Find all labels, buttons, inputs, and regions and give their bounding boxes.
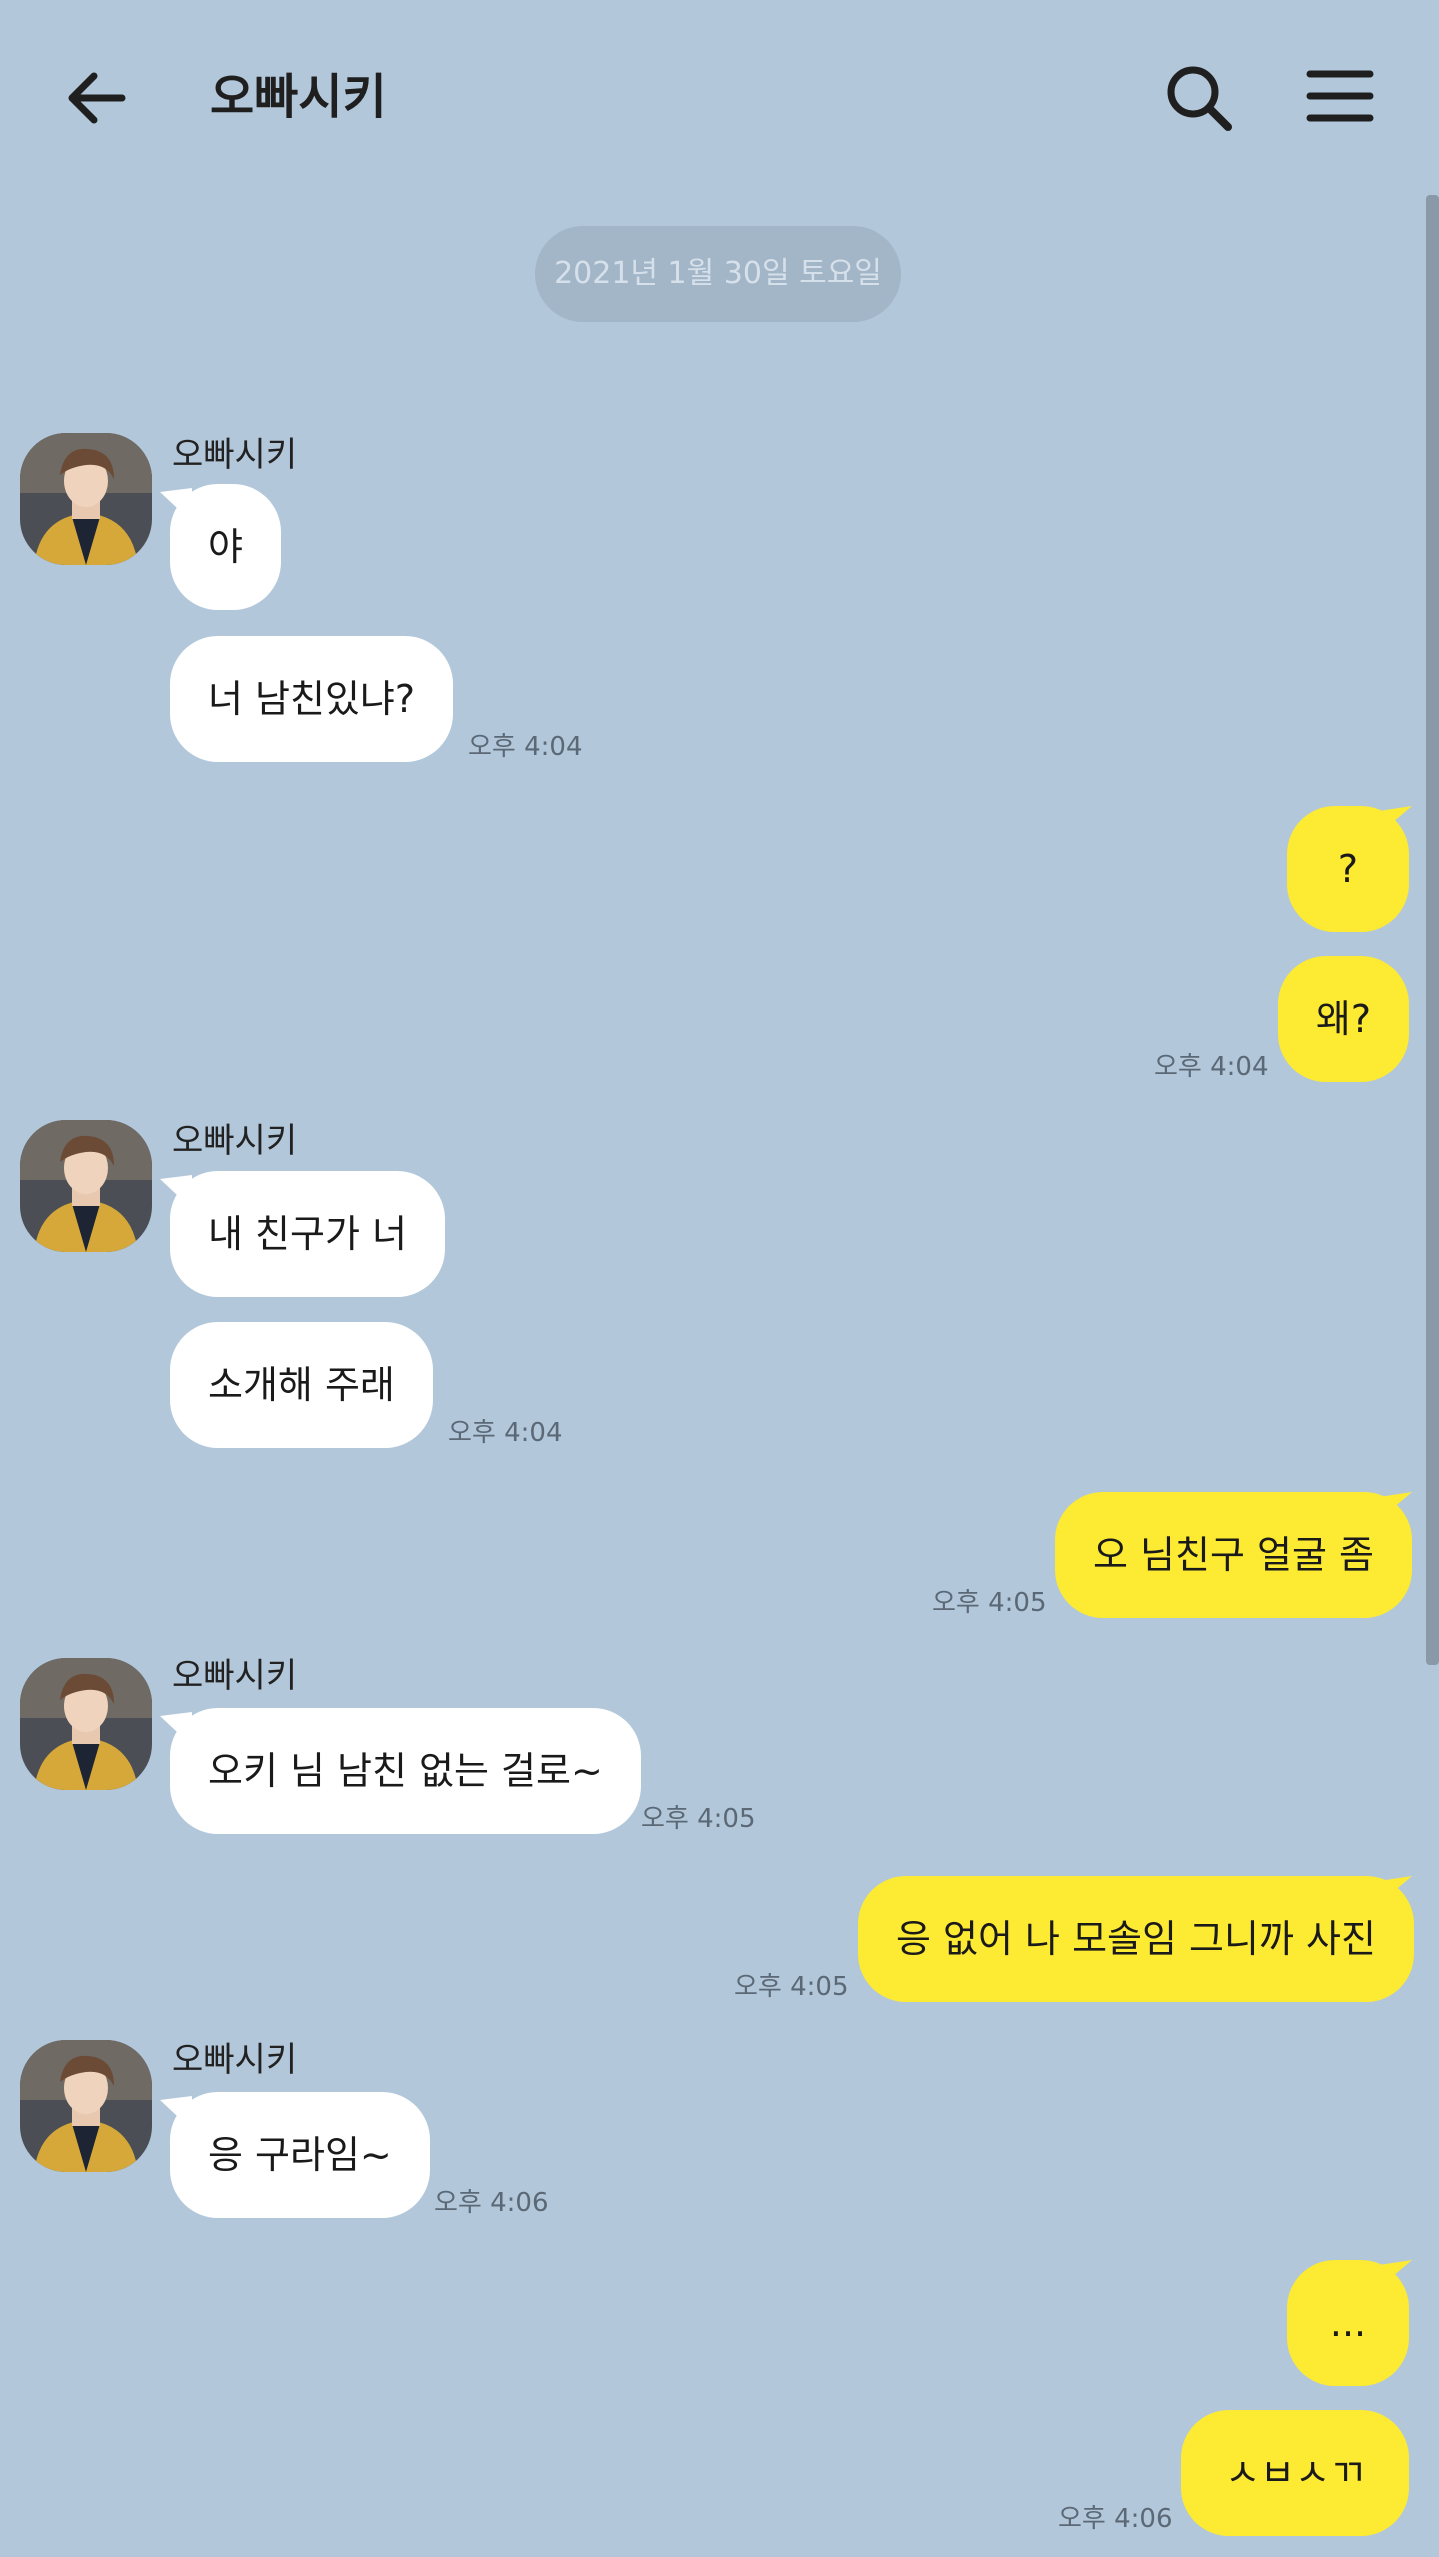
search-button[interactable]	[1160, 60, 1240, 140]
message-time: 오후 4:06	[434, 2188, 549, 2218]
profile-photo	[20, 2040, 152, 2172]
message-time: 오후 4:05	[734, 1972, 849, 2002]
profile-photo	[20, 1120, 152, 1252]
message-bubble-incoming[interactable]: 내 친구가 너	[170, 1171, 445, 1297]
message-bubble-incoming[interactable]: 응 구라임~	[170, 2092, 430, 2218]
date-divider: 2021년 1월 30일 토요일	[535, 226, 901, 322]
message-bubble-outgoing[interactable]: 왜?	[1278, 956, 1409, 1082]
message-time: 오후 4:04	[448, 1418, 563, 1448]
avatar[interactable]	[20, 1120, 152, 1252]
message-bubble-outgoing[interactable]: 응 없어 나 모솔임 그니까 사진	[858, 1876, 1414, 2002]
avatar[interactable]	[20, 433, 152, 565]
message-time: 오후 4:05	[932, 1588, 1047, 1618]
sender-name: 오빠시키	[172, 435, 298, 475]
scrollbar[interactable]	[1426, 195, 1439, 1665]
message-bubble-incoming[interactable]: 소개해 주래	[170, 1322, 433, 1448]
message-bubble-incoming[interactable]: 오키 님 남친 없는 걸로~	[170, 1708, 641, 1834]
message-bubble-outgoing[interactable]: ?	[1287, 806, 1409, 932]
profile-photo	[20, 1658, 152, 1790]
message-bubble-incoming[interactable]: 너 남친있냐?	[170, 636, 454, 762]
avatar[interactable]	[20, 2040, 152, 2172]
message-bubble-incoming[interactable]: 야	[170, 484, 281, 610]
back-button[interactable]	[60, 58, 140, 138]
sender-name: 오빠시키	[172, 1656, 298, 1696]
message-time: 오후 4:04	[468, 732, 583, 762]
sender-name: 오빠시키	[172, 2040, 298, 2080]
message-time: 오후 4:04	[1154, 1052, 1269, 1082]
message-time: 오후 4:05	[641, 1804, 756, 1834]
menu-button[interactable]	[1300, 62, 1380, 142]
avatar[interactable]	[20, 1658, 152, 1790]
sender-name: 오빠시키	[172, 1121, 298, 1161]
message-bubble-outgoing[interactable]: ...	[1287, 2260, 1409, 2386]
chat-header: 오빠시키	[0, 0, 1439, 195]
hamburger-menu-icon	[1306, 70, 1374, 122]
profile-photo	[20, 433, 152, 565]
message-bubble-outgoing[interactable]: 오 님친구 얼굴 좀	[1055, 1492, 1412, 1618]
message-bubble-outgoing[interactable]: ㅅㅂㅅㄲ	[1181, 2410, 1409, 2536]
message-time: 오후 4:06	[1058, 2504, 1173, 2534]
search-icon	[1167, 66, 1232, 131]
chat-title: 오빠시키	[210, 69, 387, 125]
arrow-left-icon	[68, 72, 126, 124]
